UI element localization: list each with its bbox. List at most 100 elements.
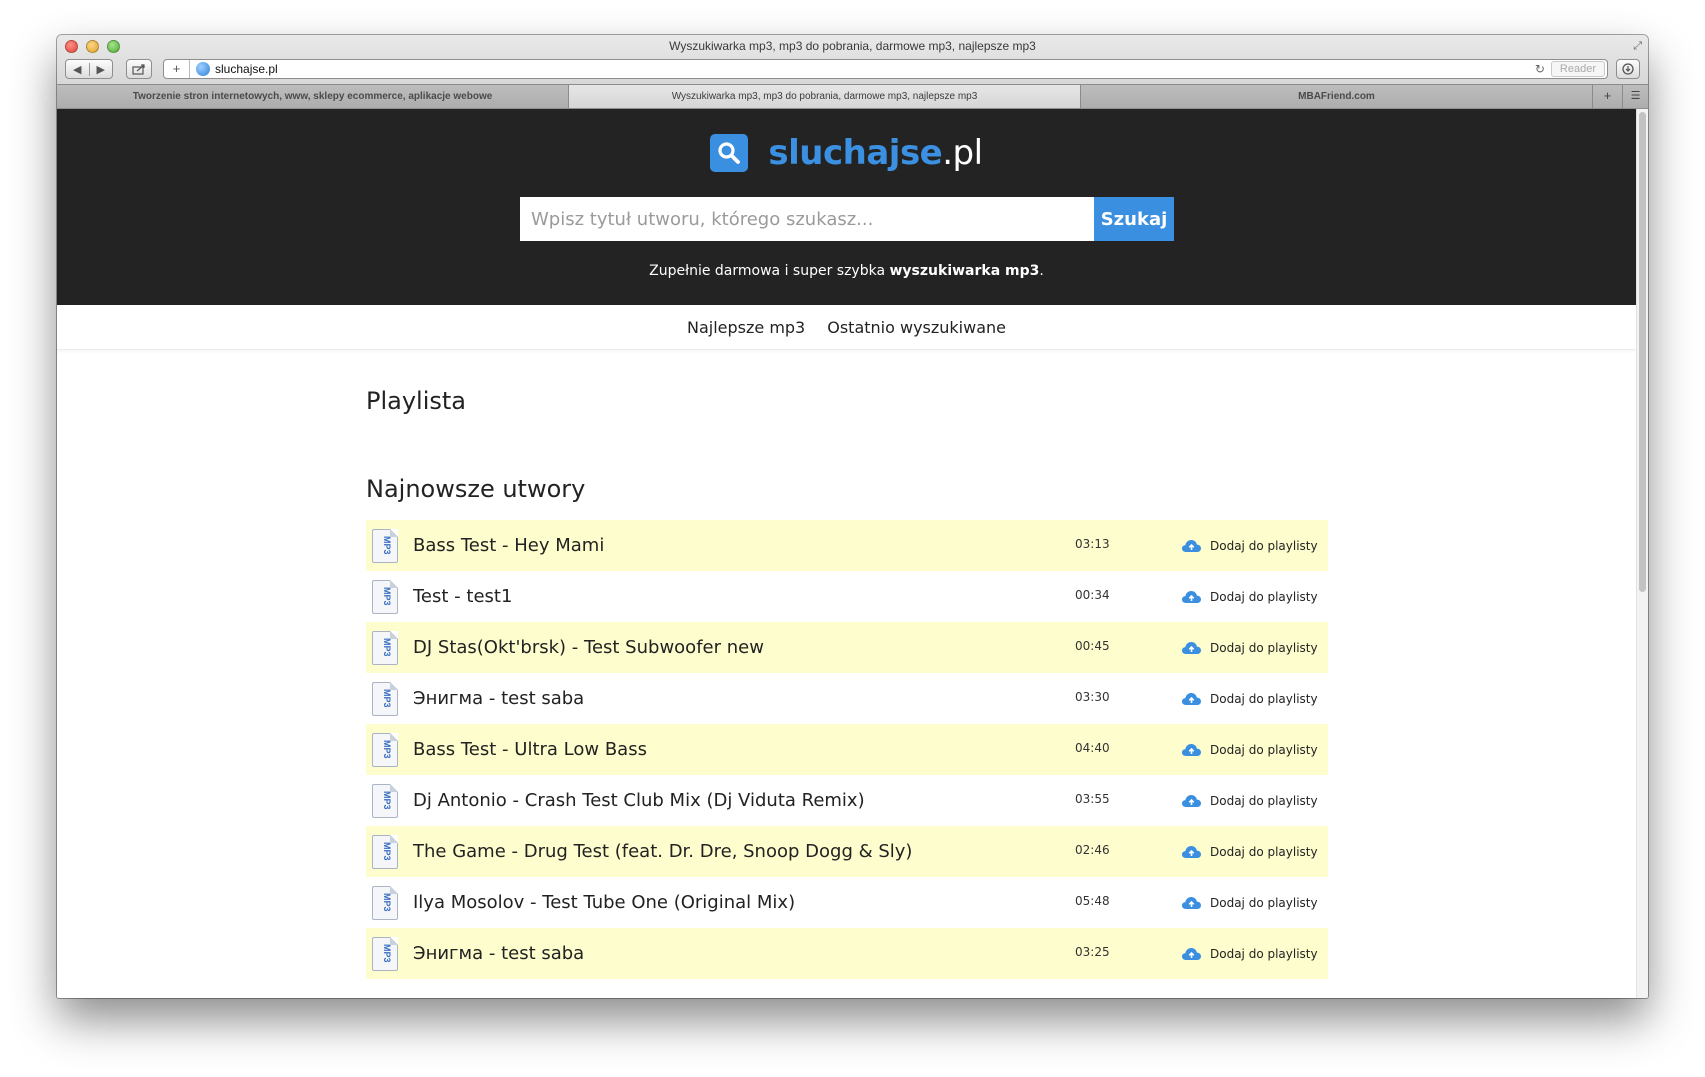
tagline: Zupełnie darmowa i super szybka wyszukiw… [57, 263, 1636, 279]
mp3-file-icon: MP3 [372, 681, 398, 716]
mp3-file-icon: MP3 [372, 783, 398, 818]
scrollbar-thumb[interactable] [1639, 112, 1646, 592]
track-artist: DJ Stas(Okt'brsk) [413, 637, 567, 658]
track-artist: Энигма [413, 688, 484, 709]
hero-header: sluchajse.pl Szukaj Zupełnie darmowa i s… [57, 109, 1636, 305]
add-to-playlist-button[interactable]: Dodaj do playlisty [1181, 896, 1318, 910]
share-button[interactable] [126, 59, 152, 79]
track-artist: Bass Test [413, 535, 497, 556]
search-button[interactable]: Szukaj [1094, 197, 1174, 241]
search-icon [710, 134, 749, 172]
track-name: test1 [466, 586, 513, 607]
mp3-file-label: MP3 [382, 586, 392, 606]
browser-toolbar: ◀ ▶ + sluchajse.pl ↻ Reader [57, 59, 1648, 81]
nav-best-mp3[interactable]: Najlepsze mp3 [687, 318, 805, 337]
downloads-button[interactable] [1616, 59, 1640, 79]
track-title[interactable]: Dj Antonio - Crash Test Club Mix (Dj Vid… [413, 790, 865, 811]
new-tab-button[interactable]: + [1593, 85, 1623, 108]
cloud-upload-icon [1181, 743, 1202, 757]
track-row[interactable]: MP3 Энигма - test saba 03:25 Dodaj do playl… [366, 928, 1328, 979]
add-to-playlist-button[interactable]: Dodaj do playlisty [1181, 947, 1318, 961]
cloud-upload-icon [1181, 539, 1202, 553]
add-to-playlist-label: Dodaj do playlisty [1210, 946, 1318, 961]
track-name: Hey Mami [514, 535, 605, 556]
track-artist: Test [413, 586, 449, 607]
track-title[interactable]: Test - test1 [413, 586, 512, 607]
cloud-upload-icon [1181, 641, 1202, 655]
tagline-bold: wyszukiwarka mp3 [889, 263, 1040, 279]
tab-1[interactable]: Tworzenie stron internetowych, www, skle… [57, 85, 569, 108]
cloud-upload-icon [1181, 896, 1202, 910]
track-artist: The Game [413, 841, 506, 862]
back-button[interactable]: ◀ [66, 62, 90, 76]
page-viewport: sluchajse.pl Szukaj Zupełnie darmowa i s… [57, 109, 1636, 998]
add-to-playlist-button[interactable]: Dodaj do playlisty [1181, 692, 1318, 706]
mp3-file-label: MP3 [382, 943, 392, 963]
tab-bar: Tworzenie stron internetowych, www, skle… [57, 84, 1648, 108]
track-list: MP3 Bass Test - Hey Mami 03:13 Dodaj do pla… [366, 520, 1328, 979]
add-bookmark-icon[interactable]: + [164, 60, 190, 78]
search-input[interactable] [520, 197, 1094, 241]
share-icon [132, 63, 145, 75]
track-title[interactable]: Bass Test - Hey Mami [413, 535, 604, 556]
address-bar[interactable]: + sluchajse.pl ↻ Reader [163, 59, 1608, 79]
track-row[interactable]: MP3 Test - test1 00:34 Dodaj do playlisty [366, 571, 1328, 622]
mp3-file-icon: MP3 [372, 732, 398, 767]
add-to-playlist-button[interactable]: Dodaj do playlisty [1181, 794, 1318, 808]
track-row[interactable]: MP3 DJ Stas(Okt'brsk) - Test Subwoofer ne… [366, 622, 1328, 673]
browser-window: Wyszukiwarka mp3, mp3 do pobrania, darmo… [57, 35, 1648, 998]
track-title[interactable]: DJ Stas(Okt'brsk) - Test Subwoofer new [413, 637, 764, 658]
mp3-file-label: MP3 [382, 892, 392, 912]
add-to-playlist-button[interactable]: Dodaj do playlisty [1181, 641, 1318, 655]
track-title[interactable]: Ilya Mosolov - Test Tube One (Original M… [413, 892, 795, 913]
tab-3[interactable]: MBAFriend.com [1081, 85, 1593, 108]
mp3-file-label: MP3 [382, 739, 392, 759]
track-duration: 03:30 [1075, 690, 1110, 704]
reload-icon[interactable]: ↻ [1535, 62, 1545, 76]
tab-2[interactable]: Wyszukiwarka mp3, mp3 do pobrania, darmo… [569, 85, 1081, 108]
track-artist: Dj Antonio [413, 790, 507, 811]
track-artist: Энигма [413, 943, 484, 964]
mp3-file-icon: MP3 [372, 579, 398, 614]
track-row[interactable]: MP3 The Game - Drug Test (feat. Dr. Dre, … [366, 826, 1328, 877]
mp3-file-label: MP3 [382, 790, 392, 810]
track-row[interactable]: MP3 Dj Antonio - Crash Test Club Mix (Dj … [366, 775, 1328, 826]
mp3-file-icon: MP3 [372, 834, 398, 869]
track-row[interactable]: MP3 Bass Test - Ultra Low Bass 04:40 Dodaj … [366, 724, 1328, 775]
add-to-playlist-button[interactable]: Dodaj do playlisty [1181, 539, 1318, 553]
download-icon [1622, 63, 1634, 75]
add-to-playlist-button[interactable]: Dodaj do playlisty [1181, 845, 1318, 859]
add-to-playlist-label: Dodaj do playlisty [1210, 691, 1318, 706]
track-row[interactable]: MP3 Bass Test - Hey Mami 03:13 Dodaj do pla… [366, 520, 1328, 571]
track-title[interactable]: Bass Test - Ultra Low Bass [413, 739, 647, 760]
track-title[interactable]: Энигма - test saba [413, 943, 584, 964]
tagline-text: Zupełnie darmowa i super szybka [649, 263, 890, 279]
track-row[interactable]: MP3 Ilya Mosolov - Test Tube One (Origina… [366, 877, 1328, 928]
window-title: Wyszukiwarka mp3, mp3 do pobrania, darmo… [669, 39, 1036, 53]
cloud-upload-icon [1181, 794, 1202, 808]
cloud-upload-icon [1181, 692, 1202, 706]
logo-tld: .pl [942, 133, 983, 173]
track-duration: 03:55 [1075, 792, 1110, 806]
site-logo[interactable]: sluchajse.pl [57, 133, 1636, 173]
track-name: test saba [501, 943, 585, 964]
mp3-file-icon: MP3 [372, 630, 398, 665]
fullscreen-icon[interactable]: ⤢ [1633, 40, 1642, 53]
vertical-scrollbar[interactable] [1636, 109, 1648, 998]
cloud-upload-icon [1181, 590, 1202, 604]
tab-overview-icon[interactable]: ☰ [1623, 85, 1648, 108]
forward-button[interactable]: ▶ [90, 63, 113, 76]
track-duration: 04:40 [1075, 741, 1110, 755]
track-row[interactable]: MP3 Энигма - test saba 03:30 Dodaj do playl… [366, 673, 1328, 724]
globe-icon [196, 62, 210, 76]
add-to-playlist-button[interactable]: Dodaj do playlisty [1181, 590, 1318, 604]
latest-tracks-heading: Najnowsze utwory [366, 475, 586, 503]
reader-button[interactable]: Reader [1550, 61, 1605, 77]
add-to-playlist-button[interactable]: Dodaj do playlisty [1181, 743, 1318, 757]
track-name: Crash Test Club Mix (Dj Viduta Remix) [524, 790, 865, 811]
playlist-heading: Playlista [366, 387, 467, 415]
track-title[interactable]: Энигма - test saba [413, 688, 584, 709]
url-text[interactable]: sluchajse.pl [215, 62, 1535, 76]
track-title[interactable]: The Game - Drug Test (feat. Dr. Dre, Sno… [413, 841, 912, 862]
nav-recent-searches[interactable]: Ostatnio wyszukiwane [827, 318, 1006, 337]
